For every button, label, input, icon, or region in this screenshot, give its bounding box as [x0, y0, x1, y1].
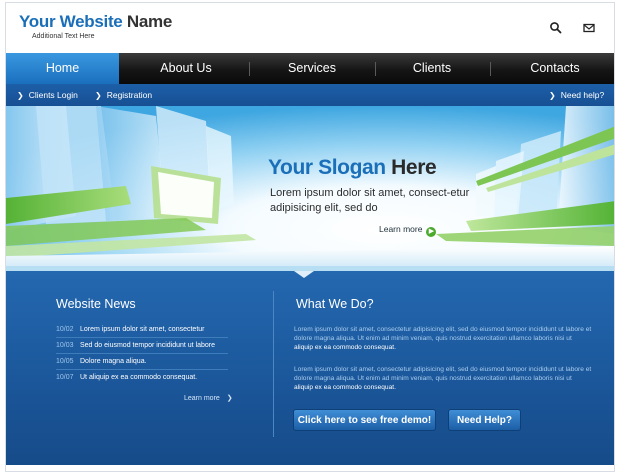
nav-separator [249, 62, 250, 76]
hero-banner: Your Slogan Here Lorem ipsum dolor sit a… [6, 106, 614, 271]
need-help-label: Need help? [560, 90, 605, 100]
nav-item-about-us[interactable]: About Us [126, 53, 246, 84]
hero-notch [294, 271, 314, 278]
slogan-primary: Your Slogan [268, 156, 386, 179]
column-divider [273, 291, 274, 437]
news-text: Dolore magna aliqua. [80, 358, 147, 365]
search-icon[interactable] [549, 21, 563, 35]
nav-item-services[interactable]: Services [253, 53, 371, 84]
arrow-right-icon: ▶ [426, 227, 437, 237]
news-item[interactable]: 10/03 Sed do eiusmod tempor incididunt ut… [56, 338, 228, 354]
paragraph-highlight: aliquip ex ea commodo consequat. [294, 344, 396, 352]
footer [6, 465, 614, 471]
chevron-right-icon: ❯ [95, 91, 102, 100]
paragraph-text: Lorem ipsum dolor sit amet, consectetur … [294, 326, 592, 343]
logo-text-secondary: Name [126, 12, 173, 31]
nav-separator [375, 62, 376, 76]
chevron-right-icon: ❯ [549, 91, 556, 100]
news-learn-more-link[interactable]: Learn more ❯ [184, 394, 233, 402]
what-we-do-heading: What We Do? [296, 297, 374, 311]
clients-login-link[interactable]: ❯ Clients Login [17, 84, 78, 106]
what-we-do-paragraph: Lorem ipsum dolor sit amet, consectetur … [294, 325, 592, 353]
news-date: 10/03 [56, 342, 74, 349]
clients-login-label: Clients Login [28, 90, 78, 100]
what-we-do-paragraph: Lorem ipsum dolor sit amet, consectetur … [294, 365, 592, 393]
hero-slogan: Your Slogan Here [268, 156, 437, 180]
sub-navigation-bar: ❯ Clients Login ❯ Registration ❯ Need help? [6, 84, 614, 106]
news-item[interactable]: 10/07 Ut aliquip ex ea commodo consequat. [56, 370, 228, 386]
paragraph-highlight: aliquip ex ea commodo consequat. [294, 384, 396, 392]
nav-item-clients[interactable]: Clients [379, 53, 485, 84]
learn-more-label: Learn more [379, 224, 423, 234]
free-demo-button[interactable]: Click here to see free demo! [293, 409, 436, 431]
mail-icon[interactable] [582, 21, 596, 35]
nav-item-contacts[interactable]: Contacts [494, 53, 614, 84]
main-nav: Home About Us Services Clients Contacts [6, 53, 614, 84]
news-heading: Website News [56, 297, 136, 311]
logo-text-primary: Your Website [19, 12, 123, 31]
news-item[interactable]: 10/05 Dolore magna aliqua. [56, 354, 228, 370]
hero-description: Lorem ipsum dolor sit amet, consect-etur… [270, 187, 470, 214]
news-text: Lorem ipsum dolor sit amet, consectetur [80, 326, 205, 333]
chevron-right-icon: ❯ [226, 395, 233, 402]
slogan-secondary: Here [391, 156, 437, 179]
news-date: 10/07 [56, 374, 74, 381]
chevron-right-icon: ❯ [17, 91, 24, 100]
registration-label: Registration [106, 90, 153, 100]
nav-item-home[interactable]: Home [6, 53, 119, 84]
news-date: 10/02 [56, 326, 74, 333]
news-date: 10/05 [56, 358, 74, 365]
nav-separator [490, 62, 491, 76]
need-help-button[interactable]: Need Help? [448, 409, 521, 431]
header: Your Website Name Additional Text Here [6, 3, 614, 53]
site-logo[interactable]: Your Website Name [19, 12, 172, 32]
paragraph-text: Lorem ipsum dolor sit amet, consectetur … [294, 366, 592, 383]
page-frame: Your Website Name Additional Text Here H… [5, 2, 615, 472]
news-item[interactable]: 10/02 Lorem ipsum dolor sit amet, consect… [56, 322, 228, 338]
registration-link[interactable]: ❯ Registration [95, 84, 152, 106]
hero-learn-more-link[interactable]: Learn more ▶ [379, 224, 437, 237]
need-help-link[interactable]: ❯ Need help? [549, 84, 604, 106]
news-text: Ut aliquip ex ea commodo consequat. [80, 374, 198, 381]
news-more-label: Learn more [184, 395, 220, 402]
news-text: Sed do eiusmod tempor incididunt ut labo… [80, 342, 216, 349]
site-tagline: Additional Text Here [32, 33, 95, 40]
